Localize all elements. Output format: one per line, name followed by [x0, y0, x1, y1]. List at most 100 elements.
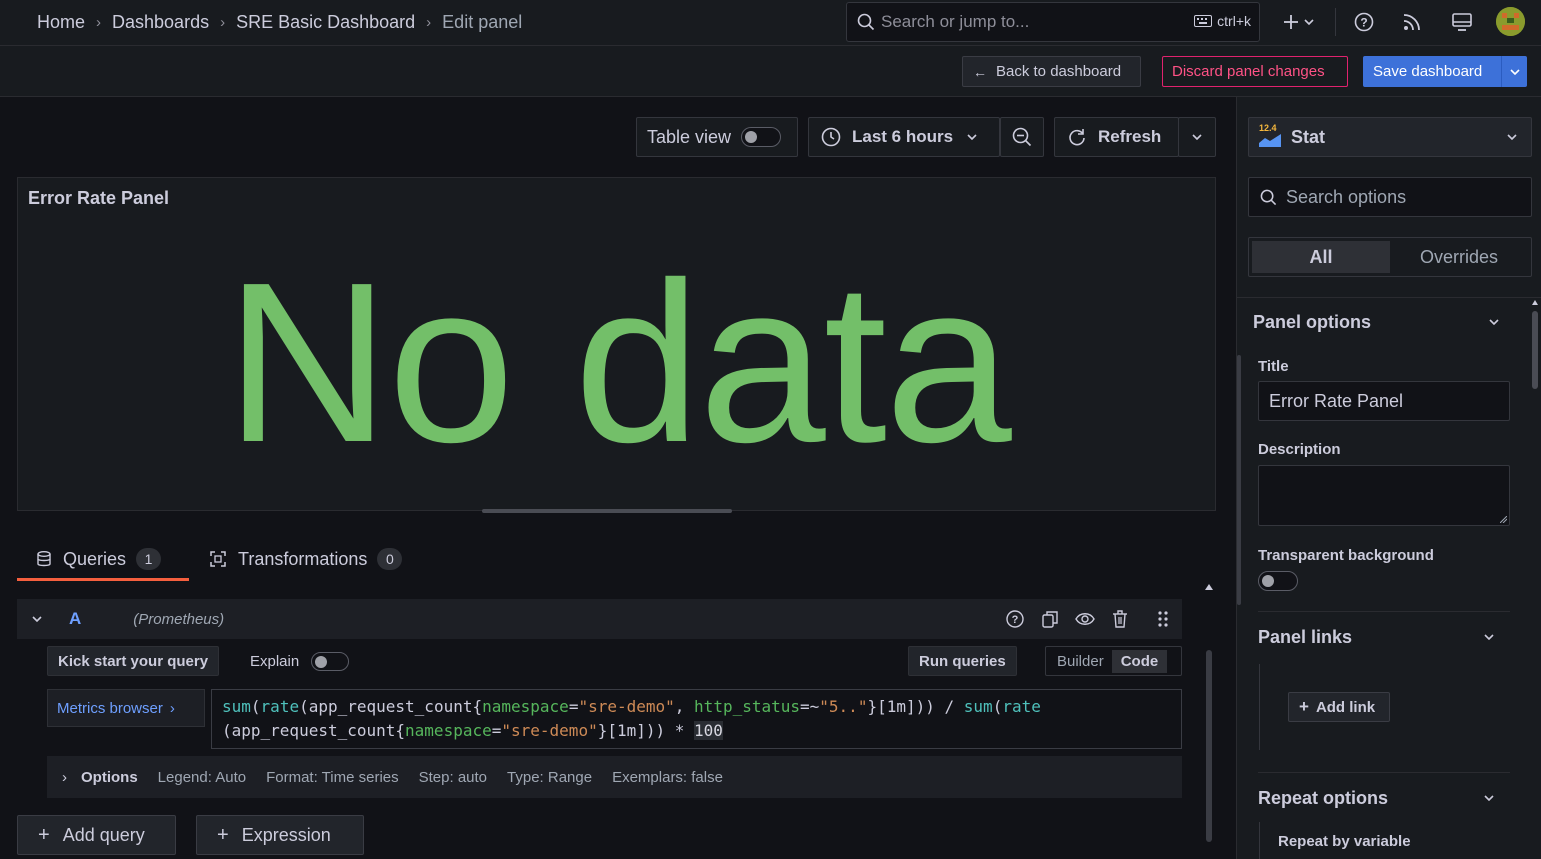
panel-title: Error Rate Panel — [28, 188, 170, 208]
plus-icon — [1284, 15, 1314, 29]
save-dashboard-button[interactable]: Save dashboard — [1363, 56, 1527, 87]
section-indent-line — [1259, 822, 1260, 859]
refresh-interval-dropdown[interactable] — [1178, 117, 1216, 157]
options-tabs: All Overrides — [1248, 237, 1532, 277]
panel-editor-main: Table view Last 6 hours Refresh Error Ra… — [0, 97, 1236, 859]
chevron-down-icon — [1507, 134, 1517, 140]
metrics-browser-button[interactable]: Metrics browser › — [47, 689, 205, 727]
queries-count-badge: 1 — [136, 548, 162, 570]
query-row-actions: ? — [1005, 609, 1173, 629]
explain-label: Explain — [250, 652, 300, 670]
option-exemplars: Exemplars: false — [612, 768, 723, 786]
table-view-toggle[interactable]: Table view — [636, 117, 798, 157]
chevron-down-icon — [967, 134, 977, 140]
option-type: Type: Range — [507, 768, 593, 786]
breadcrumb-home[interactable]: Home — [37, 12, 85, 33]
panel-links-header[interactable]: Panel links — [1258, 627, 1352, 648]
help-icon[interactable]: ? — [1005, 609, 1025, 629]
time-range-picker[interactable]: Last 6 hours — [808, 117, 1000, 157]
transparent-background-toggle[interactable] — [1258, 571, 1298, 591]
refresh-button[interactable]: Refresh — [1054, 117, 1179, 157]
transparent-background-label: Transparent background — [1258, 547, 1434, 564]
divider — [1335, 8, 1336, 36]
chevron-down-icon[interactable] — [1501, 56, 1527, 87]
monitor-icon — [1452, 13, 1472, 31]
svg-text:?: ? — [1360, 16, 1367, 30]
arrow-left-icon: ← — [973, 63, 987, 80]
options-label: Options — [81, 768, 138, 786]
add-new-button[interactable] — [1277, 8, 1321, 36]
add-link-button[interactable]: + Add link — [1288, 692, 1390, 722]
title-input-value: Error Rate Panel — [1269, 390, 1404, 411]
user-avatar[interactable] — [1496, 7, 1525, 36]
chevron-right-icon: › — [169, 699, 175, 717]
no-data-message: No data — [225, 236, 1012, 490]
explain-toggle[interactable]: Explain — [250, 646, 350, 676]
query-options-row[interactable]: › Options Legend: Auto Format: Time seri… — [47, 756, 1182, 798]
breadcrumb-dashboard[interactable]: SRE Basic Dashboard — [236, 12, 415, 33]
drag-handle-icon[interactable] — [1153, 609, 1173, 629]
title-input[interactable]: Error Rate Panel — [1258, 381, 1510, 421]
query-scrollbar[interactable] — [1203, 582, 1215, 859]
tab-transformations[interactable]: Transformations 0 — [189, 537, 422, 581]
tab-overrides[interactable]: Overrides — [1390, 241, 1528, 273]
transform-icon — [210, 551, 226, 567]
discard-panel-changes-button[interactable]: Discard panel changes — [1162, 56, 1348, 87]
repeat-options-header[interactable]: Repeat options — [1258, 788, 1388, 809]
tab-queries[interactable]: Queries 1 — [17, 537, 189, 581]
shortcut-label: ctrl+k — [1217, 13, 1251, 29]
search-icon — [1260, 189, 1277, 205]
add-query-button[interactable]: + Add query — [17, 815, 176, 855]
mode-builder-option[interactable]: Builder — [1049, 653, 1112, 670]
query-row-header[interactable]: A (Prometheus) ? — [17, 599, 1182, 639]
visualization-picker[interactable]: 12.4 Stat — [1248, 117, 1532, 157]
back-label: Back to dashboard — [996, 63, 1122, 80]
chevron-right-icon: › — [62, 768, 67, 786]
breadcrumb-dashboards[interactable]: Dashboards — [112, 12, 209, 33]
chevron-down-icon[interactable] — [1489, 319, 1499, 325]
help-button[interactable]: ? — [1350, 8, 1378, 36]
options-sidebar: 12.4 Stat Search options All Overrides P… — [1236, 97, 1541, 859]
description-textarea[interactable] — [1258, 465, 1510, 526]
panel-options-header[interactable]: Panel options — [1253, 312, 1371, 333]
chevron-down-icon[interactable] — [1484, 634, 1494, 640]
kick-start-query-button[interactable]: Kick start your query — [47, 646, 220, 676]
chevron-down-icon[interactable] — [32, 616, 42, 622]
news-button[interactable] — [1398, 8, 1426, 36]
search-input[interactable]: Search or jump to... ctrl+k — [846, 2, 1260, 42]
edit-panel-toolbar: ← Back to dashboard Discard panel change… — [0, 46, 1541, 97]
eye-icon[interactable] — [1075, 609, 1095, 629]
toggle-switch[interactable] — [741, 127, 782, 147]
query-ref-id[interactable]: A — [69, 609, 81, 629]
add-expression-button[interactable]: + Expression — [196, 815, 364, 855]
duplicate-icon[interactable] — [1040, 609, 1060, 629]
sidebar-resize-handle[interactable] — [1237, 355, 1241, 605]
query-editor-area: A (Prometheus) ? Kick start your query E… — [0, 582, 1215, 859]
run-queries-button[interactable]: Run queries — [908, 646, 1017, 676]
zoom-out-button[interactable] — [1000, 117, 1044, 157]
sidebar-scrollbar[interactable] — [1531, 299, 1539, 859]
database-icon — [37, 551, 51, 567]
plus-icon: + — [1299, 697, 1309, 716]
kick-start-label: Kick start your query — [58, 652, 209, 670]
tab-transformations-label: Transformations — [238, 548, 368, 569]
mode-code-option[interactable]: Code — [1111, 649, 1168, 673]
divider — [1258, 772, 1510, 773]
resize-handle[interactable] — [482, 509, 732, 513]
plus-icon: + — [217, 823, 229, 846]
section-indent-line — [1259, 664, 1260, 750]
chevron-down-icon[interactable] — [1484, 795, 1494, 801]
kiosk-button[interactable] — [1448, 8, 1476, 36]
top-navbar: Home › Dashboards › SRE Basic Dashboard … — [0, 0, 1541, 46]
panel-preview: Error Rate Panel No data — [17, 177, 1216, 511]
search-options-input[interactable]: Search options — [1248, 177, 1532, 217]
toggle-switch[interactable] — [311, 651, 350, 671]
breadcrumb-current: Edit panel — [442, 11, 523, 32]
back-to-dashboard-button[interactable]: ← Back to dashboard — [962, 56, 1141, 87]
discard-label: Discard panel changes — [1172, 63, 1325, 80]
rss-icon — [1403, 14, 1420, 31]
tab-all[interactable]: All — [1252, 241, 1390, 273]
trash-icon[interactable] — [1110, 609, 1130, 629]
promql-code-editor[interactable]: sum(rate(app_request_count{namespace="sr… — [211, 689, 1182, 749]
query-datasource-name: (Prometheus) — [133, 610, 225, 628]
